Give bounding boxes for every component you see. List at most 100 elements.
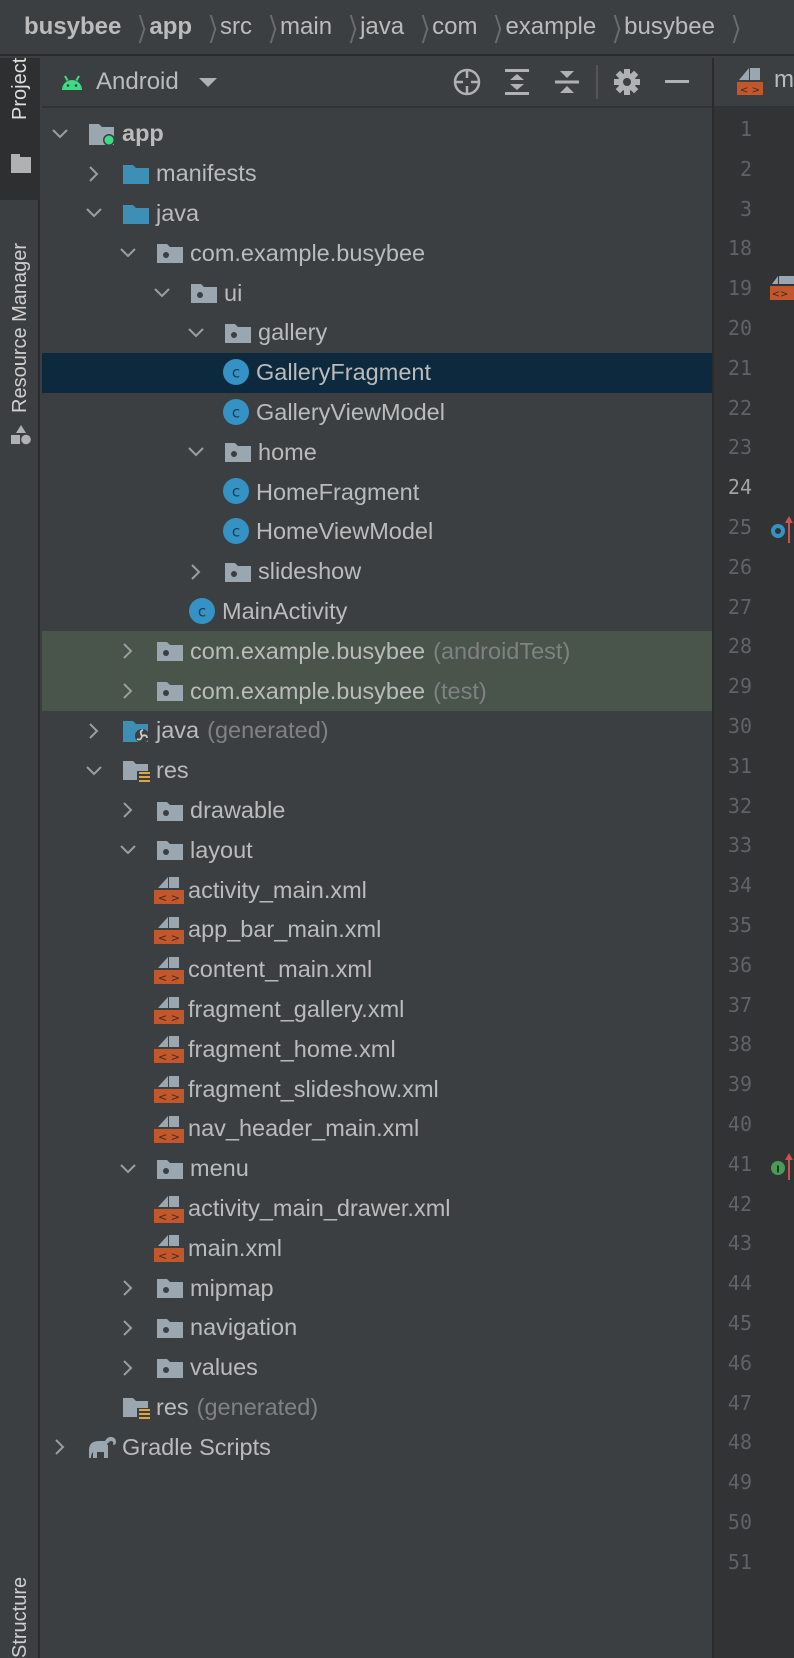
gear-icon[interactable] — [602, 58, 652, 106]
project-panel-header: Android — [42, 58, 712, 108]
tree-item[interactable]: home — [42, 432, 712, 472]
chevron-right-icon[interactable] — [118, 1318, 138, 1338]
tree-item-name: mipmap — [190, 1274, 274, 1301]
toolbar-divider — [596, 65, 598, 99]
expand-all-icon[interactable] — [492, 58, 542, 106]
tree-item[interactable]: res (generated) — [42, 1388, 712, 1428]
tree-item-label: app_bar_main.xml — [188, 916, 381, 943]
tree-item-label: GalleryViewModel — [256, 399, 445, 426]
line-number: 47 — [727, 1390, 752, 1415]
tree-item[interactable]: < > activity_main.xml — [42, 870, 712, 910]
resource-folder-icon — [122, 1395, 150, 1421]
tree-item[interactable]: gallery — [42, 313, 712, 353]
chevron-down-icon[interactable] — [118, 1159, 138, 1179]
line-number: 33 — [727, 833, 752, 858]
breadcrumb-item[interactable]: busybee — [624, 13, 715, 41]
tree-item[interactable]: c GalleryViewModel — [42, 393, 712, 433]
tree-item[interactable]: ui — [42, 273, 712, 313]
svg-text:c: c — [232, 363, 240, 381]
tree-item[interactable]: c GalleryFragment — [42, 352, 712, 393]
chevron-right-icon[interactable] — [118, 681, 138, 701]
resource-folder-icon — [122, 758, 150, 784]
tree-item[interactable]: com.example.busybee — [42, 233, 712, 273]
tree-item[interactable]: slideshow — [42, 552, 712, 592]
chevron-down-icon[interactable] — [186, 323, 206, 343]
tree-item[interactable]: java (generated) — [42, 711, 712, 751]
tree-item[interactable]: c HomeFragment — [42, 472, 712, 512]
tree-item[interactable]: com.example.busybee (test) — [42, 671, 712, 711]
project-view-selector[interactable]: Android — [96, 68, 179, 96]
breadcrumb-item[interactable]: example — [505, 13, 596, 41]
tree-item[interactable]: < > main.xml — [42, 1228, 712, 1268]
package-folder-icon — [156, 678, 184, 704]
tree-item[interactable]: < > nav_header_main.xml — [42, 1109, 712, 1149]
chevron-right-icon[interactable] — [118, 1358, 138, 1378]
breadcrumb-item[interactable]: app — [149, 13, 192, 41]
tree-item[interactable]: < > content_main.xml — [42, 950, 712, 990]
chevron-down-icon[interactable] — [118, 840, 138, 860]
chevron-right-icon[interactable] — [84, 164, 104, 184]
chevron-right-icon[interactable] — [118, 641, 138, 661]
tree-item-label: drawable — [190, 797, 285, 824]
line-number: 2 — [739, 156, 752, 181]
breadcrumb-item[interactable]: busybee — [24, 13, 121, 41]
chevron-right-icon[interactable] — [118, 800, 138, 820]
package-folder-icon — [156, 1275, 184, 1301]
tree-item[interactable]: java — [42, 194, 712, 234]
chevron-down-icon[interactable] — [186, 442, 206, 462]
chevron-down-icon[interactable] — [198, 77, 217, 87]
breadcrumb-item[interactable]: com — [432, 13, 477, 41]
tree-item[interactable]: mipmap — [42, 1268, 712, 1308]
tree-item-label: com.example.busybee (androidTest) — [190, 638, 570, 665]
tree-item[interactable]: < > activity_main_drawer.xml — [42, 1189, 712, 1229]
tree-item-label: ui — [224, 280, 242, 307]
breadcrumb-item[interactable]: main — [280, 13, 332, 41]
hide-panel-icon[interactable] — [652, 58, 702, 106]
tree-item[interactable]: < > fragment_home.xml — [42, 1029, 712, 1069]
tree-item[interactable]: res — [42, 751, 712, 791]
xml-file-icon[interactable]: <> — [770, 274, 794, 309]
tree-item-name: activity_main.xml — [188, 876, 367, 903]
breadcrumb-item[interactable]: java — [360, 13, 404, 41]
tree-item[interactable]: drawable — [42, 791, 712, 831]
tree-item[interactable]: com.example.busybee (androidTest) — [42, 631, 712, 672]
locate-icon[interactable] — [442, 58, 492, 106]
tree-item[interactable]: < > fragment_gallery.xml — [42, 990, 712, 1030]
tree-item[interactable]: menu — [42, 1149, 712, 1189]
chevron-right-icon[interactable] — [186, 562, 206, 582]
class-icon: c — [222, 398, 250, 425]
line-number: 43 — [727, 1231, 752, 1256]
tree-item[interactable]: Gradle Scripts — [42, 1427, 712, 1467]
tree-item[interactable]: manifests — [42, 154, 712, 194]
overrides-method-icon[interactable] — [770, 513, 794, 548]
chevron-down-icon[interactable] — [84, 203, 104, 223]
chevron-right-icon[interactable] — [118, 1278, 138, 1298]
tree-item[interactable]: c HomeViewModel — [42, 512, 712, 552]
tree-item-name: gallery — [258, 319, 328, 346]
tree-item[interactable]: layout — [42, 830, 712, 870]
chevron-down-icon[interactable] — [118, 243, 138, 263]
chevron-down-icon[interactable] — [152, 283, 172, 303]
tree-item[interactable]: navigation — [42, 1308, 712, 1348]
tree-item-label: home — [258, 439, 317, 466]
tree-item[interactable]: < > fragment_slideshow.xml — [42, 1069, 712, 1109]
tool-tab-project[interactable]: Project — [0, 58, 40, 200]
tool-window-strip: Project Resource Manager Structure — [0, 58, 40, 1658]
chevron-right-icon — [477, 7, 505, 47]
chevron-right-icon[interactable] — [84, 721, 104, 741]
tree-item[interactable]: values — [42, 1348, 712, 1388]
chevron-right-icon[interactable] — [50, 1437, 70, 1457]
chevron-down-icon[interactable] — [50, 124, 70, 144]
tree-item-label: main.xml — [188, 1235, 282, 1262]
tree-item[interactable]: < > app_bar_main.xml — [42, 910, 712, 950]
chevron-down-icon[interactable] — [84, 761, 104, 781]
implements-method-icon[interactable]: I — [770, 1150, 794, 1185]
breadcrumb-item[interactable]: src — [220, 13, 252, 41]
collapse-all-icon[interactable] — [542, 58, 592, 106]
line-number: 45 — [727, 1311, 752, 1335]
tree-item-name: GalleryViewModel — [256, 398, 445, 425]
tree-item[interactable]: c MainActivity — [42, 592, 712, 632]
tree-item-label: nav_header_main.xml — [188, 1115, 419, 1142]
editor-tab[interactable]: < > main.xml — [714, 58, 794, 108]
tree-item[interactable]: app — [42, 114, 712, 154]
